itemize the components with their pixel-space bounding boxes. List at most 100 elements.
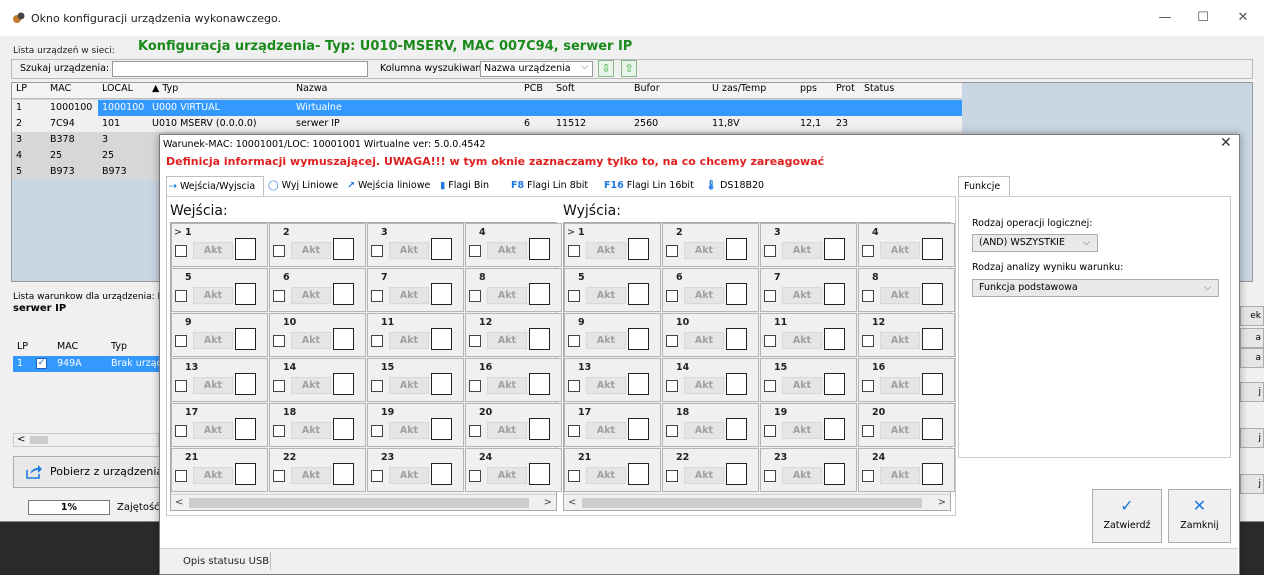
scroll-right-icon[interactable]: > (544, 495, 552, 511)
output-state-box[interactable] (824, 373, 845, 395)
tab-wyj-liniowe[interactable]: ◯ Wyj Liniowe (266, 176, 344, 196)
analysis-select[interactable]: Funkcja podstawowa ⌵ (972, 279, 1219, 297)
akt-button[interactable]: Akt (291, 242, 331, 259)
akt-button[interactable]: Akt (487, 422, 527, 439)
akt-button[interactable]: Akt (684, 377, 724, 394)
akt-button[interactable]: Akt (782, 467, 822, 484)
akt-button[interactable]: Akt (684, 332, 724, 349)
outputs-scrollbar[interactable]: < > (564, 494, 950, 510)
akt-button[interactable]: Akt (389, 287, 429, 304)
output-checkbox[interactable] (862, 245, 874, 257)
output-state-box[interactable] (628, 283, 649, 305)
input-state-box[interactable] (235, 328, 256, 350)
tab-ds18b20[interactable]: 🌡 DS18B20 (703, 176, 773, 196)
akt-button[interactable]: Akt (389, 467, 429, 484)
input-state-box[interactable] (333, 373, 354, 395)
akt-button[interactable]: Akt (291, 377, 331, 394)
scroll-left-icon[interactable]: < (568, 495, 576, 511)
output-state-box[interactable] (922, 373, 943, 395)
right-button-4[interactable]: j (1240, 382, 1264, 402)
akt-button[interactable]: Akt (782, 377, 822, 394)
output-state-box[interactable] (922, 238, 943, 260)
col-status[interactable]: Status (860, 83, 920, 94)
output-state-box[interactable] (726, 463, 747, 485)
akt-button[interactable]: Akt (291, 467, 331, 484)
right-button-3[interactable]: a (1240, 348, 1264, 368)
output-checkbox[interactable] (764, 335, 776, 347)
input-checkbox[interactable] (175, 380, 187, 392)
akt-button[interactable]: Akt (389, 422, 429, 439)
akt-button[interactable]: Akt (193, 242, 233, 259)
input-checkbox[interactable] (469, 380, 481, 392)
col-pps[interactable]: pps (796, 83, 836, 94)
condition-checkbox[interactable]: ✓ (36, 358, 47, 369)
input-state-box[interactable] (333, 418, 354, 440)
akt-button[interactable]: Akt (782, 242, 822, 259)
akt-button[interactable]: Akt (880, 377, 920, 394)
right-button-6[interactable]: j (1240, 474, 1264, 494)
output-state-box[interactable] (922, 283, 943, 305)
tab-funkcje[interactable]: Funkcje (958, 176, 1010, 196)
akt-button[interactable]: Akt (880, 242, 920, 259)
output-checkbox[interactable] (568, 335, 580, 347)
output-state-box[interactable] (922, 463, 943, 485)
input-state-box[interactable] (333, 283, 354, 305)
window-close-button[interactable]: ✕ (1228, 8, 1258, 28)
input-checkbox[interactable] (175, 470, 187, 482)
akt-button[interactable]: Akt (586, 422, 626, 439)
akt-button[interactable]: Akt (684, 467, 724, 484)
col-bufor[interactable]: Bufor (630, 83, 700, 94)
dialog-close-icon[interactable]: ✕ (1220, 135, 1232, 151)
output-state-box[interactable] (726, 373, 747, 395)
output-state-box[interactable] (628, 373, 649, 395)
output-checkbox[interactable] (862, 425, 874, 437)
input-checkbox[interactable] (273, 470, 285, 482)
input-state-box[interactable] (529, 418, 550, 440)
tab-wejscia-liniowe[interactable]: ↗ Wejścia liniowe (345, 176, 437, 196)
akt-button[interactable]: Akt (487, 287, 527, 304)
akt-button[interactable]: Akt (782, 422, 822, 439)
col-pcb[interactable]: PCB (520, 83, 550, 94)
table-row[interactable]: 2 7C94 101 U010 MSERV (0.0.0.0) serwer IP 6 11… (12, 116, 962, 132)
input-state-box[interactable] (235, 238, 256, 260)
cond-col-typ[interactable]: Typ (107, 341, 127, 352)
input-checkbox[interactable] (273, 380, 285, 392)
output-state-box[interactable] (628, 328, 649, 350)
akt-button[interactable]: Akt (782, 287, 822, 304)
akt-button[interactable]: Akt (193, 287, 233, 304)
akt-button[interactable]: Akt (684, 242, 724, 259)
output-checkbox[interactable] (666, 380, 678, 392)
minimize-button[interactable]: — (1150, 8, 1180, 28)
output-checkbox[interactable] (862, 380, 874, 392)
akt-button[interactable]: Akt (586, 332, 626, 349)
output-state-box[interactable] (628, 238, 649, 260)
input-checkbox[interactable] (273, 425, 285, 437)
input-state-box[interactable] (431, 238, 452, 260)
cond-col-mac[interactable]: MAC (53, 341, 78, 352)
scroll-right-icon[interactable]: > (938, 495, 946, 511)
input-checkbox[interactable] (371, 425, 383, 437)
output-checkbox[interactable] (862, 290, 874, 302)
output-state-box[interactable] (726, 418, 747, 440)
akt-button[interactable]: Akt (880, 332, 920, 349)
output-state-box[interactable] (726, 238, 747, 260)
col-prot[interactable]: Prot (832, 83, 862, 94)
output-checkbox[interactable] (568, 290, 580, 302)
akt-button[interactable]: Akt (193, 422, 233, 439)
akt-button[interactable]: Akt (586, 287, 626, 304)
input-state-box[interactable] (529, 373, 550, 395)
right-button-1[interactable]: ek (1240, 306, 1264, 326)
col-nazwa[interactable]: Nazwa (292, 83, 492, 94)
input-state-box[interactable] (235, 463, 256, 485)
input-checkbox[interactable] (273, 245, 285, 257)
akt-button[interactable]: Akt (291, 287, 331, 304)
input-state-box[interactable] (235, 418, 256, 440)
output-state-box[interactable] (824, 463, 845, 485)
akt-button[interactable]: Akt (487, 242, 527, 259)
input-checkbox[interactable] (469, 290, 481, 302)
input-state-box[interactable] (431, 328, 452, 350)
scroll-thumb[interactable] (30, 436, 48, 444)
search-column-select[interactable]: Nazwa urządzenia ⌵ (480, 61, 593, 77)
condition-row[interactable]: 1 ✓ 949A Brak urządz (13, 356, 163, 372)
input-checkbox[interactable] (175, 425, 187, 437)
